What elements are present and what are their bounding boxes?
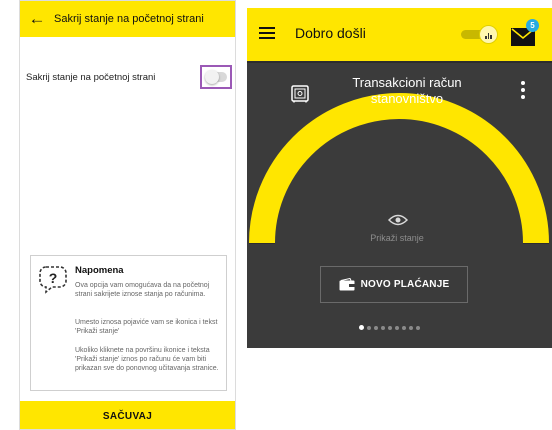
settings-screen: ← Sakrij stanje na početnoj strani Sakri… bbox=[19, 0, 236, 430]
note-paragraph-2: Umesto iznosa pojaviće vam se ikonica i … bbox=[75, 319, 218, 335]
save-button[interactable]: SAČUVAJ bbox=[20, 401, 235, 429]
carousel-dot[interactable] bbox=[367, 325, 371, 330]
wallet-icon bbox=[339, 278, 355, 291]
carousel-dot[interactable] bbox=[381, 325, 385, 330]
bar-chart-icon bbox=[479, 25, 498, 44]
hide-balance-setting-row: Sakrij stanje na početnoj strani bbox=[26, 65, 232, 89]
home-header: Dobro došli 5 bbox=[247, 8, 552, 61]
note-paragraph-3: Ukoliko kliknete na površinu ikonice i t… bbox=[75, 347, 219, 372]
arrow-left-icon: ← bbox=[28, 9, 46, 28]
show-balance-link[interactable]: Prikaži stanje bbox=[342, 233, 452, 243]
carousel-dot[interactable] bbox=[388, 325, 392, 330]
home-screen: Dobro došli 5 Transakcioni račun stanovn… bbox=[247, 8, 552, 348]
carousel-dot[interactable] bbox=[395, 325, 399, 330]
new-payment-label: NOVO PLAĆANJE bbox=[360, 279, 450, 290]
more-options-icon[interactable] bbox=[521, 81, 525, 99]
speech-bubble-question-icon: ? bbox=[39, 266, 67, 294]
hide-balance-toggle-highlight bbox=[200, 65, 232, 89]
new-payment-button[interactable]: NOVO PLAĆANJE bbox=[320, 266, 468, 303]
carousel-dots[interactable] bbox=[359, 325, 420, 330]
note-title: Napomena bbox=[75, 265, 124, 276]
carousel-dot[interactable] bbox=[402, 325, 406, 330]
carousel-dot-active[interactable] bbox=[359, 325, 364, 330]
carousel-dot[interactable] bbox=[374, 325, 378, 330]
balance-chart-toggle[interactable] bbox=[461, 25, 501, 44]
note-paragraph-1: Ova opcija vam omogućava da na početnoj … bbox=[75, 282, 210, 298]
account-title: Transakcioni račun stanovništvo bbox=[352, 75, 462, 106]
unread-badge: 5 bbox=[526, 19, 539, 32]
svg-text:?: ? bbox=[49, 270, 58, 286]
hide-balance-label: Sakrij stanje na početnoj strani bbox=[26, 71, 156, 83]
carousel-dot[interactable] bbox=[416, 325, 420, 330]
account-card: Transakcioni račun stanovništvo Prikaži … bbox=[247, 63, 552, 348]
page-title: Sakrij stanje na početnoj strani bbox=[54, 13, 204, 25]
safe-icon bbox=[291, 85, 309, 103]
hide-balance-toggle[interactable] bbox=[205, 70, 227, 84]
toggle-knob bbox=[205, 70, 219, 84]
hamburger-menu-icon[interactable] bbox=[259, 27, 275, 39]
settings-header: ← Sakrij stanje na početnoj strani bbox=[20, 1, 235, 37]
back-button[interactable]: ← bbox=[20, 1, 54, 37]
note-box: ? Napomena Ova opcija vam omogućava da n… bbox=[30, 255, 227, 391]
greeting-title: Dobro došli bbox=[295, 25, 366, 41]
eye-icon[interactable] bbox=[388, 213, 408, 227]
messages-button[interactable]: 5 bbox=[511, 19, 539, 47]
carousel-dot[interactable] bbox=[409, 325, 413, 330]
